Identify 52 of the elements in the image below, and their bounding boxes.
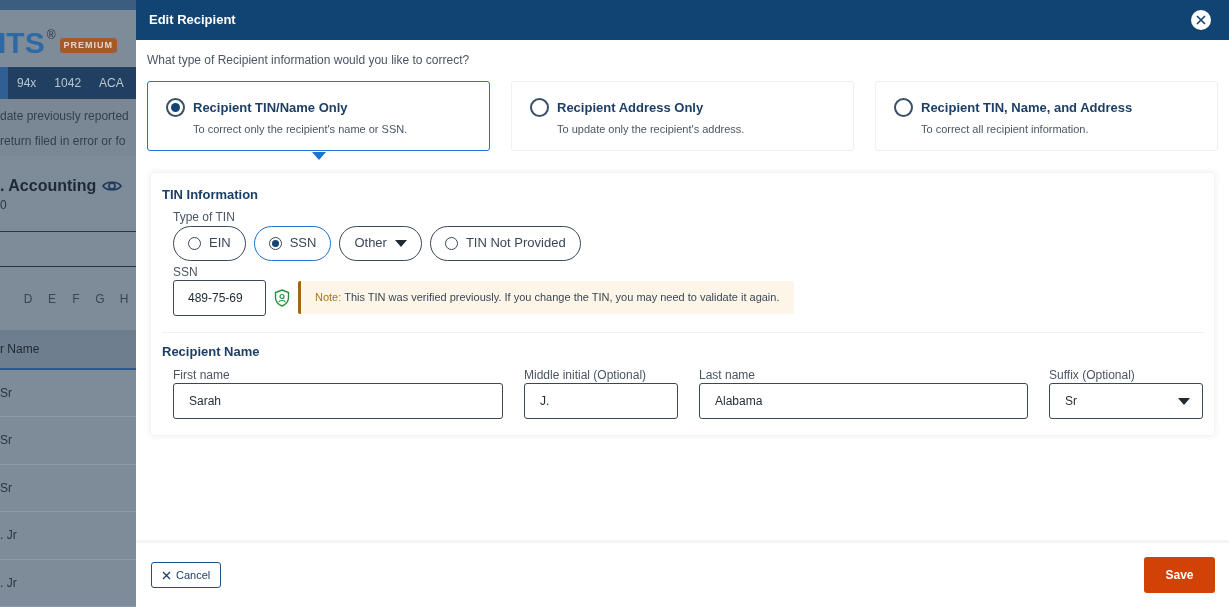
option-title: Recipient Address Only <box>557 99 704 117</box>
option-card[interactable]: Recipient TIN, Name, and Address To correct all recipient information. <box>875 81 1218 151</box>
close-icon <box>162 570 171 580</box>
suffix-select[interactable]: Sr <box>1049 383 1203 419</box>
section-title: TIN Information <box>162 186 260 204</box>
text-field[interactable]: J. <box>524 383 678 419</box>
table-cell-text: Sr <box>0 384 12 402</box>
note-text: Note: This TIN was verified previously. If you change the TIN, you may need to validate it again. <box>315 290 780 306</box>
option-description: To correct all recipient information. <box>920 121 1090 137</box>
premium-badge: PREMIUM <box>59 37 117 53</box>
pointer-icon <box>311 152 326 160</box>
nav-tab[interactable]: 1042 <box>45 66 91 99</box>
caret-icon <box>394 239 407 247</box>
table-cell-text: Sr <box>0 432 12 450</box>
table-cell-text: Sr <box>0 479 12 497</box>
nav-tab[interactable]: 94x <box>8 66 46 99</box>
ssn-field[interactable]: 489-75-69 <box>173 279 266 316</box>
option-card[interactable]: Recipient Address Only To update only the recipient's address. <box>511 81 854 151</box>
option-title: Recipient TIN/Name Only <box>193 99 348 117</box>
company-name: . Accounting <box>0 175 97 196</box>
option-title: Recipient TIN, Name, and Address <box>921 99 1133 117</box>
caret-icon <box>1178 397 1190 405</box>
radio-button[interactable] <box>894 98 913 118</box>
info-text: return filed in error or fo <box>0 133 127 148</box>
option-description: To update only the recipient's address. <box>556 121 746 137</box>
text-field[interactable]: Sarah <box>173 383 503 419</box>
table-cell-text: . Jr <box>0 574 17 592</box>
dialog-title: Edit Recipient <box>149 11 236 30</box>
column-header: r Name <box>0 340 40 358</box>
nav-tab[interactable]: ACA <box>90 66 133 99</box>
close-icon <box>1196 15 1206 25</box>
field-label: Middle initial (Optional) <box>524 367 648 383</box>
field-label: First name <box>173 367 231 383</box>
company-info: 0 <box>0 196 8 214</box>
cancel-button[interactable]: Cancel <box>151 562 222 588</box>
field-label: Last name <box>699 367 757 383</box>
table-cell-text: . Jr <box>0 527 17 545</box>
field-label: Suffix (Optional) <box>1049 367 1136 383</box>
registered-mark: ® <box>46 27 56 42</box>
question-text: What type of Recipient information would you like to correct? <box>147 53 471 67</box>
radio-button[interactable] <box>530 98 549 118</box>
logo: ITS <box>0 25 45 60</box>
field-label: SSN <box>173 263 199 280</box>
eye-icon <box>102 178 123 193</box>
radio-button[interactable] <box>166 98 185 118</box>
save-button[interactable]: Save <box>1144 557 1215 593</box>
section-title: Recipient Name <box>162 342 261 361</box>
info-text: date previously reported <box>0 108 130 123</box>
text-field[interactable]: Alabama <box>699 383 1028 419</box>
option-description: To correct only the recipient's name or SSN. <box>192 121 409 137</box>
field-label: Type of TIN <box>173 209 236 224</box>
close-button[interactable] <box>1191 10 1211 30</box>
